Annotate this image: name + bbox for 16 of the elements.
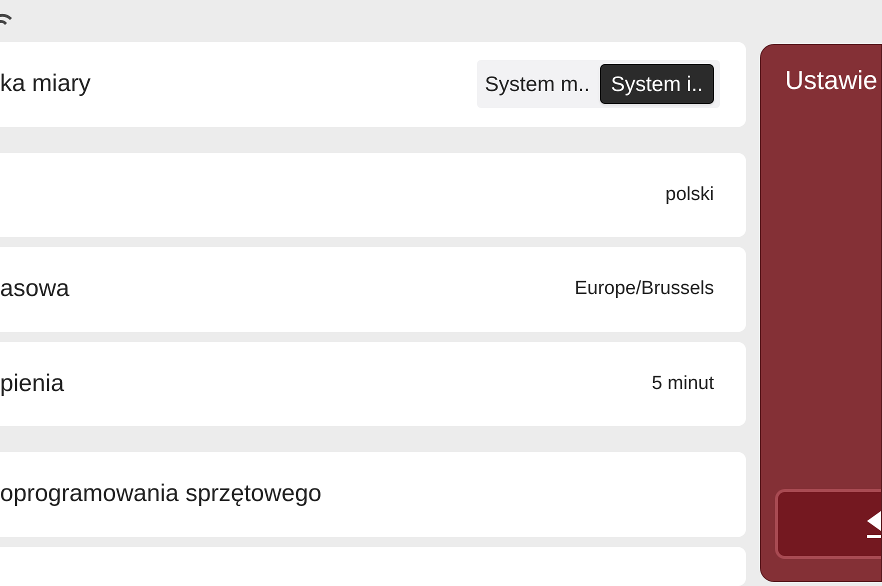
back-button[interactable] <box>775 489 881 559</box>
setting-row[interactable]: ka miary System m.. System i.. <box>0 42 746 127</box>
setting-label: asowa <box>0 274 70 304</box>
setting-value: Europe/Brussels <box>574 277 714 302</box>
unit-option[interactable]: System i.. <box>600 64 714 104</box>
setting-row[interactable]: asowa Europe/Brussels <box>0 247 746 332</box>
setting-row[interactable]: pienia 5 minut <box>0 342 746 426</box>
unit-option[interactable]: System m.. <box>482 64 592 104</box>
setting-label: oprogramowania sprzętowego <box>0 479 322 510</box>
setting-row[interactable]: polski <box>0 152 746 238</box>
setting-row[interactable]: oprogramowania sprzętowego <box>0 452 746 537</box>
setting-label: ka miary <box>0 69 91 100</box>
setting-label: pienia <box>0 368 64 399</box>
setting-value: 5 minut <box>652 372 714 396</box>
panel-title: Ustawie <box>784 64 878 97</box>
setting-value: polski <box>665 182 714 207</box>
